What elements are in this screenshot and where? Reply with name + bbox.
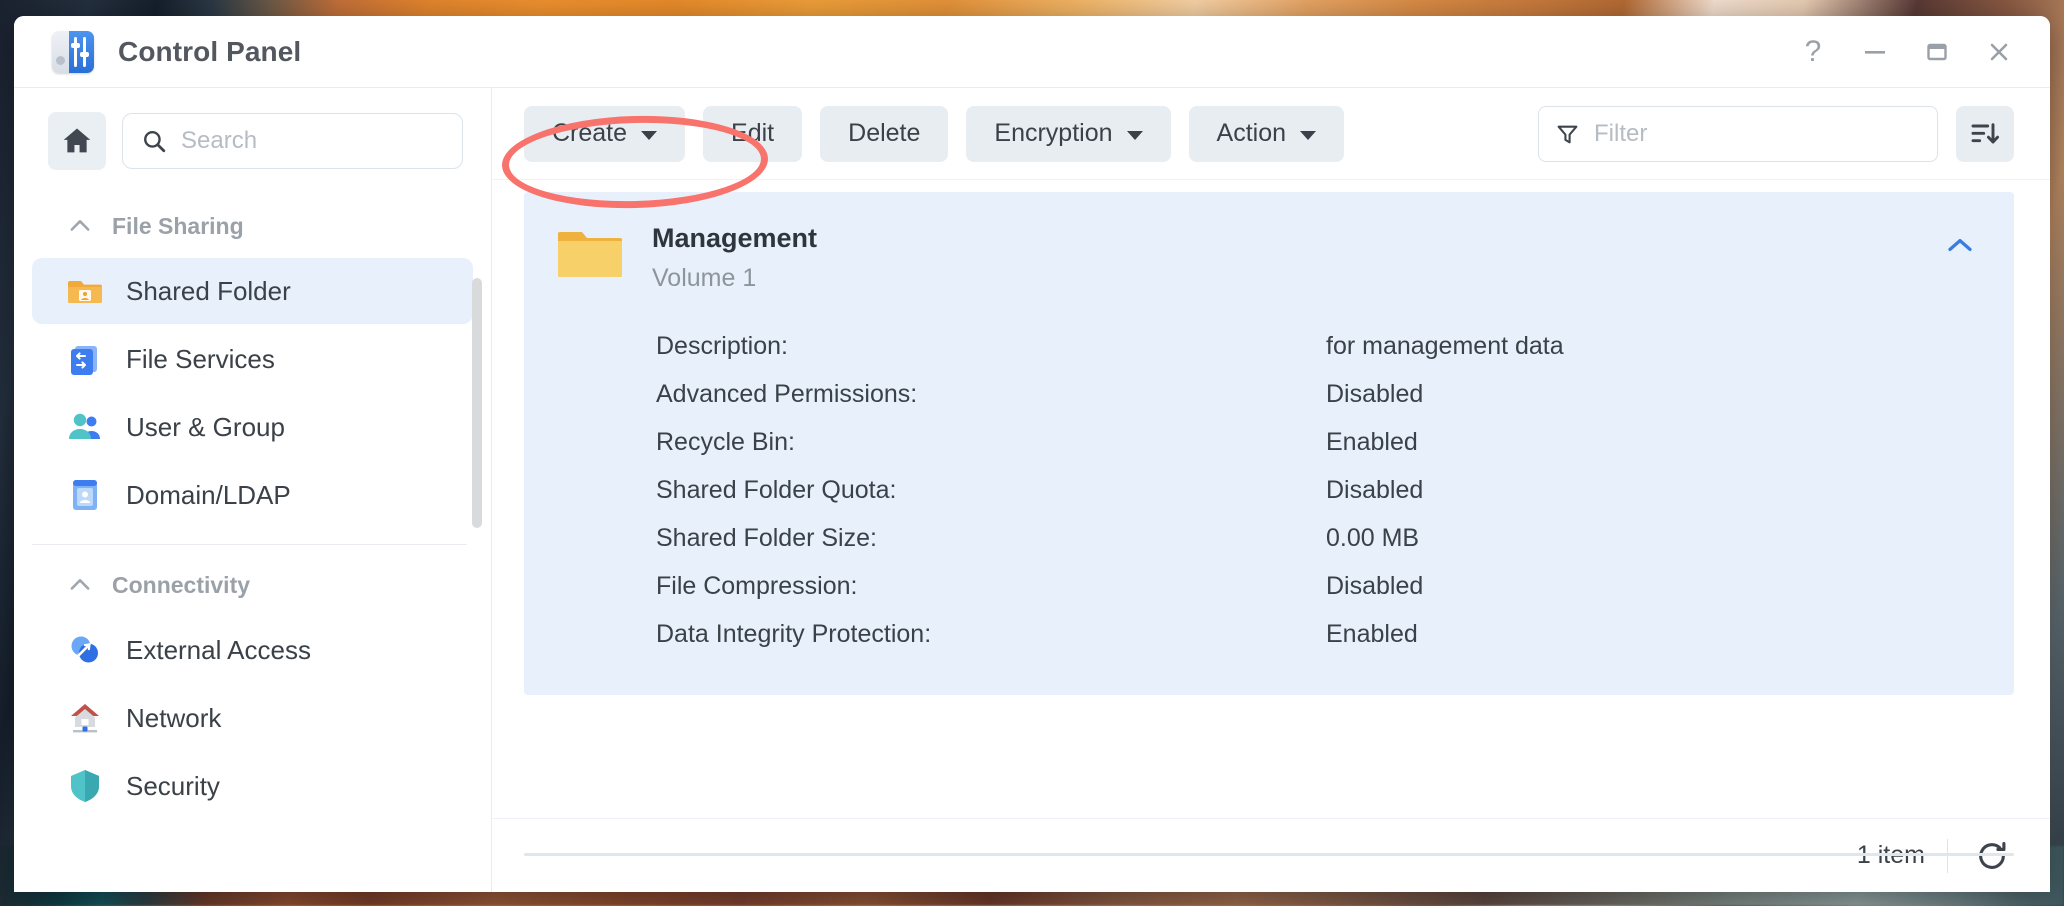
search-icon	[144, 131, 166, 153]
chevron-down-icon	[641, 130, 658, 140]
security-shield-icon	[66, 767, 104, 805]
sidebar-scrollbar[interactable]	[472, 278, 482, 528]
encryption-button[interactable]: Encryption	[966, 105, 1171, 162]
detail-value: Enabled	[1326, 620, 1418, 649]
edit-button[interactable]: Edit	[703, 105, 803, 162]
shared-folder-icon	[66, 272, 104, 310]
chevron-up-icon	[1948, 239, 1972, 251]
search-input[interactable]	[122, 113, 463, 169]
sidebar-item-label: User & Group	[126, 411, 285, 442]
user-group-icon	[66, 408, 104, 446]
detail-row: Data Integrity Protection: Enabled	[656, 611, 1980, 659]
detail-value: Disabled	[1326, 572, 1424, 601]
detail-row: Shared Folder Size: 0.00 MB	[656, 515, 1980, 563]
card-header: Management Volume 1	[557, 222, 1980, 293]
detail-label: File Compression:	[656, 572, 858, 601]
detail-label: Data Integrity Protection:	[656, 620, 932, 649]
chevron-up-icon	[66, 212, 94, 240]
detail-value: Disabled	[1326, 476, 1424, 505]
toolbar: Create Edit Delete Encryption Action	[492, 88, 2050, 180]
detail-value: 0.00 MB	[1326, 524, 1420, 553]
minimize-icon[interactable]	[1846, 28, 1904, 76]
sidebar-group-connectivity[interactable]: Connectivity	[14, 555, 491, 615]
detail-value: Disabled	[1326, 380, 1424, 409]
filter-input[interactable]	[1538, 105, 1938, 162]
help-button[interactable]: ?	[1784, 28, 1842, 76]
sidebar-item-security[interactable]: Security	[32, 753, 473, 819]
sidebar-item-label: Shared Folder	[126, 275, 291, 306]
sidebar-item-label: Security	[126, 770, 220, 801]
bottom-rule	[524, 853, 2014, 856]
sidebar-group-file-sharing[interactable]: File Sharing	[14, 196, 491, 256]
maximize-icon[interactable]	[1908, 28, 1966, 76]
file-services-icon	[66, 340, 104, 378]
main-content: Create Edit Delete Encryption Action Fil…	[492, 88, 2050, 892]
detail-row: File Compression: Disabled	[656, 563, 1980, 611]
detail-row: Shared Folder Quota: Disabled	[656, 467, 1980, 515]
sidebar-item-label: Domain/LDAP	[126, 479, 291, 510]
close-icon[interactable]	[1970, 28, 2028, 76]
detail-row: Advanced Permissions: Disabled	[656, 371, 1980, 419]
detail-row: Description: for management data	[656, 323, 1980, 371]
sidebar-item-domain-ldap[interactable]: Domain/LDAP	[32, 462, 473, 528]
edit-button-label: Edit	[731, 119, 775, 147]
detail-row: Recycle Bin: Enabled	[656, 419, 1980, 467]
external-access-icon	[66, 631, 104, 669]
action-button-label: Action	[1216, 119, 1287, 147]
domain-ldap-icon	[66, 476, 104, 514]
shared-folder-name: Management	[652, 223, 818, 253]
delete-button-label: Delete	[848, 119, 921, 147]
sidebar-item-external-access[interactable]: External Access	[32, 617, 473, 683]
detail-label: Description:	[656, 332, 788, 361]
detail-label: Advanced Permissions:	[656, 380, 918, 409]
network-icon	[66, 699, 104, 737]
create-button-label: Create	[552, 119, 628, 147]
sidebar-item-shared-folder[interactable]: Shared Folder	[32, 258, 473, 324]
chevron-down-icon	[1126, 130, 1143, 140]
window-body: File Sharing Shared Folder	[14, 88, 2050, 892]
shared-folder-detail-card[interactable]: Management Volume 1 Description: for man…	[524, 192, 2014, 695]
sidebar-item-label: File Services	[126, 343, 275, 374]
sidebar-item-label: External Access	[126, 634, 311, 665]
sidebar-item-network[interactable]: Network	[32, 685, 473, 751]
sidebar-divider	[32, 544, 467, 545]
collapse-toggle[interactable]	[1940, 230, 1980, 260]
control-panel-sliders-icon	[52, 30, 94, 73]
sidebar-nav: File Sharing Shared Folder File Services…	[14, 188, 491, 819]
window-titlebar: Control Panel ?	[14, 16, 2050, 88]
detail-value: for management data	[1326, 332, 1564, 361]
detail-value: Enabled	[1326, 428, 1418, 457]
filter-field[interactable]	[1594, 119, 1921, 148]
encryption-button-label: Encryption	[994, 119, 1113, 147]
chevron-up-icon	[66, 571, 94, 599]
sidebar-item-file-services[interactable]: File Services	[32, 326, 473, 392]
card-titles: Management Volume 1	[652, 222, 817, 293]
delete-button[interactable]: Delete	[820, 105, 949, 162]
sidebar-item-label: Network	[126, 702, 222, 733]
sidebar-group-label: Connectivity	[112, 571, 251, 598]
sidebar-item-user-group[interactable]: User & Group	[32, 394, 473, 460]
sidebar-group-label: File Sharing	[112, 212, 244, 239]
chevron-down-icon	[1300, 130, 1317, 140]
funnel-icon	[1557, 125, 1578, 143]
folder-icon	[557, 226, 623, 280]
shared-folder-list: Management Volume 1 Description: for man…	[492, 180, 2050, 818]
sidebar: File Sharing Shared Folder	[14, 88, 492, 892]
sort-descending-icon[interactable]	[1956, 105, 2014, 162]
search-field[interactable]	[181, 127, 444, 155]
home-icon[interactable]	[48, 112, 106, 170]
detail-label: Shared Folder Size:	[656, 524, 877, 553]
detail-rows: Description: for management data Advance…	[558, 323, 1980, 659]
sidebar-header	[14, 88, 491, 188]
shared-folder-volume: Volume 1	[652, 263, 757, 292]
action-button[interactable]: Action	[1188, 105, 1345, 162]
window-controls: ?	[1784, 16, 2028, 88]
create-button[interactable]: Create	[524, 105, 686, 162]
window-title: Control Panel	[118, 35, 302, 67]
control-panel-window: Control Panel ? Search File Sharing Shar…	[14, 16, 2050, 892]
detail-label: Shared Folder Quota:	[656, 476, 897, 505]
detail-label: Recycle Bin:	[656, 428, 795, 457]
